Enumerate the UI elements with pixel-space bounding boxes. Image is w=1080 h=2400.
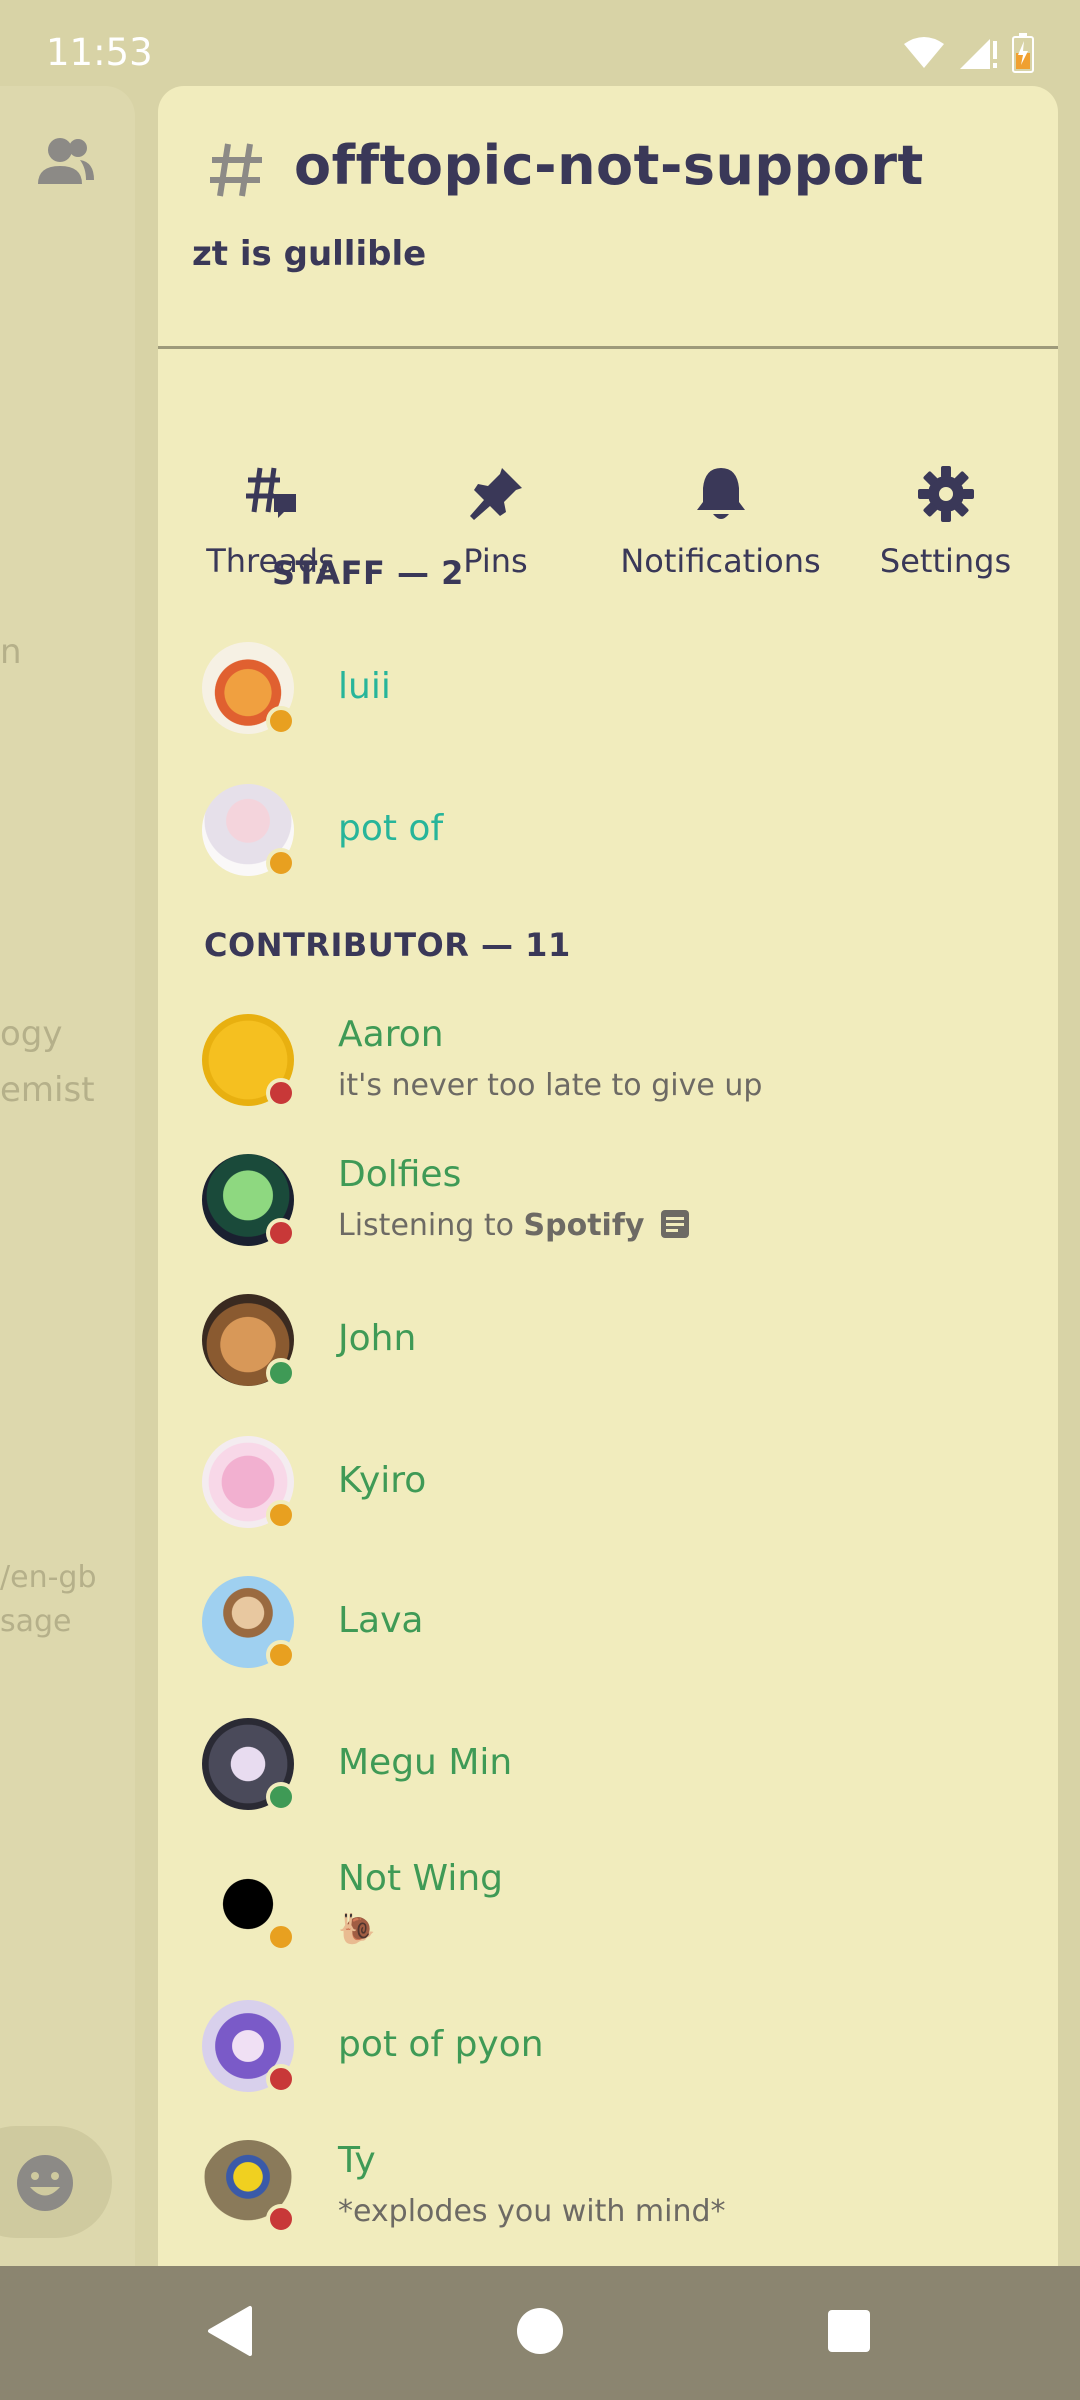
channel-name: offtopic-not-support xyxy=(294,134,924,197)
notifications-label: Notifications xyxy=(620,542,821,580)
section-header-staff: STAFF — 2 xyxy=(272,554,464,592)
status-indicator xyxy=(266,2064,296,2094)
status-indicator xyxy=(266,1078,296,1108)
member-row[interactable]: pot of pyon xyxy=(202,2000,1022,2120)
bell-icon xyxy=(696,468,745,519)
channel-topic: zt is gullible xyxy=(192,234,427,274)
member-status: 🐌 xyxy=(338,1912,376,1947)
member-row[interactable]: Not Wing 🐌 xyxy=(202,1858,1022,1978)
member-name: Ty xyxy=(338,2140,376,2181)
member-name: John xyxy=(338,1318,417,1359)
status-indicator xyxy=(266,1358,296,1388)
member-status-app: Spotify xyxy=(523,1208,645,1243)
home-icon[interactable] xyxy=(514,2304,566,2358)
member-row[interactable]: Dolfies Listening to Spotify xyxy=(202,1154,1022,1274)
rich-presence-icon xyxy=(660,1210,689,1238)
background-text: sage xyxy=(0,1604,72,1639)
threads-icon xyxy=(245,467,296,518)
members-icon[interactable] xyxy=(36,136,96,190)
section-header-contributor: CONTRIBUTOR — 11 xyxy=(204,926,571,964)
member-row[interactable]: Kyiro xyxy=(202,1436,1022,1556)
background-text: /en-gb xyxy=(0,1560,97,1595)
member-row[interactable]: pot of xyxy=(202,784,1022,904)
member-name: pot of xyxy=(338,808,444,849)
divider xyxy=(158,346,1058,349)
member-status: it's never too late to give up xyxy=(338,1068,763,1103)
background-text: emist xyxy=(0,1070,95,1110)
status-icons xyxy=(904,32,1034,73)
channel-hash-icon xyxy=(210,143,262,197)
member-name: luii xyxy=(338,666,391,707)
member-row[interactable]: Ty *explodes you with mind* xyxy=(202,2140,1022,2260)
status-indicator xyxy=(266,1640,296,1670)
member-status: Listening to Spotify xyxy=(338,1208,690,1243)
status-time: 11:53 xyxy=(46,31,153,74)
recents-icon[interactable] xyxy=(826,2304,872,2358)
background-text: ogy xyxy=(0,1014,63,1054)
status-indicator xyxy=(266,1500,296,1530)
settings-label: Settings xyxy=(879,542,1012,580)
member-name: pot of pyon xyxy=(338,2024,544,2065)
emoji-icon[interactable] xyxy=(14,2152,76,2218)
member-row[interactable]: Aaron it's never too late to give up xyxy=(202,1014,1022,1134)
navigation-bar xyxy=(0,2266,1080,2400)
channel-info-panel: offtopic-not-support zt is gullible Thre… xyxy=(158,86,1058,2266)
member-row[interactable]: luii xyxy=(202,642,1022,762)
back-icon[interactable] xyxy=(206,2304,254,2358)
chat-panel-background[interactable] xyxy=(0,86,135,2266)
status-indicator xyxy=(266,706,296,736)
signal-icon xyxy=(960,38,997,69)
member-status: *explodes you with mind* xyxy=(338,2194,726,2229)
member-status-prefix: Listening to xyxy=(338,1208,524,1243)
member-name: Aaron xyxy=(338,1014,444,1055)
member-name: Not Wing xyxy=(338,1858,503,1899)
member-name: Kyiro xyxy=(338,1460,427,1501)
member-name: Dolfies xyxy=(338,1154,462,1195)
pin-icon xyxy=(469,468,522,520)
member-row[interactable]: Megu Min xyxy=(202,1718,1022,1838)
member-row[interactable]: Lava xyxy=(202,1576,1022,1696)
wifi-icon xyxy=(904,36,944,68)
status-indicator xyxy=(266,1218,296,1248)
gear-icon xyxy=(917,466,974,522)
settings-button[interactable]: Settings xyxy=(833,376,1058,596)
member-row[interactable]: John xyxy=(202,1294,1022,1414)
status-indicator xyxy=(266,1782,296,1812)
status-indicator xyxy=(266,1922,296,1952)
notifications-button[interactable]: Notifications xyxy=(608,376,833,596)
member-name: Lava xyxy=(338,1600,424,1641)
status-indicator xyxy=(266,2204,296,2234)
member-name: Megu Min xyxy=(338,1742,513,1783)
status-indicator xyxy=(266,848,296,878)
background-text: n xyxy=(0,632,22,672)
battery-icon xyxy=(1012,32,1034,73)
